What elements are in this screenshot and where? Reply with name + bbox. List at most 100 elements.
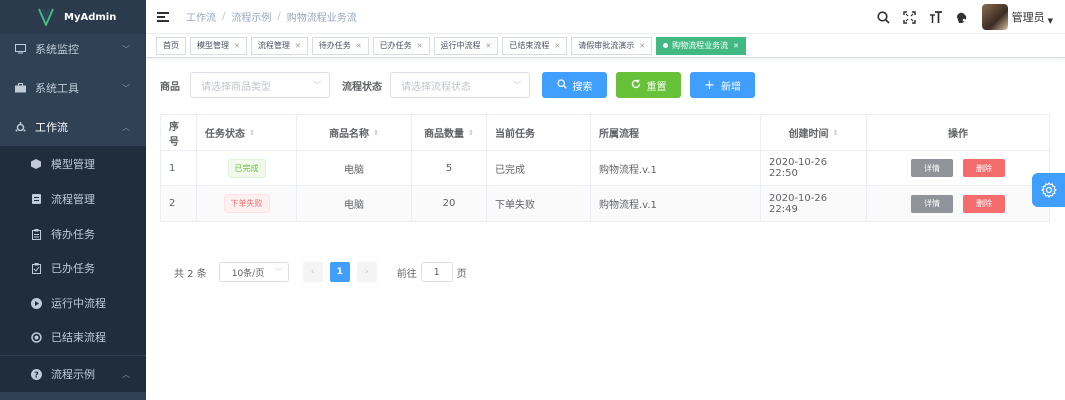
sidebar-item-done-tasks[interactable]: 已办任务	[0, 250, 146, 286]
clipboard-check-icon	[30, 262, 42, 274]
chevron-down-icon: ﹀	[122, 83, 130, 93]
column-header-process: 所属流程	[591, 115, 761, 150]
cube-icon	[30, 158, 42, 170]
sidebar-item-label: 已结束流程	[51, 331, 106, 344]
add-button[interactable]: + 新增	[690, 72, 755, 98]
tag-label: 首页	[163, 41, 179, 50]
sort-icon[interactable]: ⇕	[373, 129, 379, 137]
product-label: 商品	[160, 81, 180, 93]
cell-process: 购物流程.v.1	[591, 151, 761, 185]
tag-done-tasks[interactable]: 已办任务 ✕	[372, 36, 430, 55]
column-header-product[interactable]: 商品名称 ⇕	[297, 115, 412, 150]
settings-button[interactable]	[1032, 173, 1065, 207]
column-header-status[interactable]: 任务状态 ⇕	[197, 115, 297, 150]
chevron-down-icon: ﹀	[513, 80, 521, 90]
sort-icon[interactable]: ⇕	[833, 129, 839, 137]
theme-icon[interactable]	[954, 9, 970, 25]
column-header-actions: 操作	[867, 115, 1049, 150]
tag-home[interactable]: 首页	[156, 36, 186, 55]
tag-model-management[interactable]: 模型管理 ✕	[190, 36, 247, 55]
tag-label: 已结束流程	[509, 41, 550, 50]
goto-page-input[interactable]: 1	[420, 262, 453, 282]
pagination: 共 2 条 10条/页 ﹀ ‹ 1 › 前往 1 页	[174, 262, 467, 282]
breadcrumb-item-current: 购物流程业务流	[286, 13, 357, 24]
sidebar-item-label: 待办任务	[51, 228, 95, 241]
sidebar-item-workflow[interactable]: 工作流 ︿	[0, 109, 146, 145]
goto-page-value: 1	[433, 266, 440, 278]
close-icon[interactable]: ✕	[486, 42, 492, 50]
close-icon[interactable]: ✕	[733, 42, 739, 50]
sidebar-item-label: 流程示例	[51, 368, 95, 381]
search-button[interactable]: 搜索	[542, 72, 607, 98]
cell-qty: 5	[412, 151, 487, 185]
sidebar-item-model-management[interactable]: 模型管理	[0, 146, 146, 182]
column-header-index: 序号	[161, 115, 197, 150]
close-icon[interactable]: ✕	[639, 42, 645, 50]
add-button-label: 新增	[720, 81, 741, 93]
breadcrumb-item[interactable]: 工作流	[186, 9, 216, 24]
prev-page-button[interactable]: ‹	[302, 262, 323, 282]
sidebar-item-finished-processes[interactable]: 已结束流程	[0, 319, 146, 355]
question-circle-icon: ?	[30, 368, 42, 380]
sort-icon[interactable]: ⇕	[468, 129, 474, 137]
close-icon[interactable]: ✕	[554, 42, 560, 50]
tag-label: 流程管理	[257, 41, 290, 50]
cell-actions: 详情 删除	[867, 151, 1049, 185]
column-header-current-task: 当前任务	[487, 115, 591, 150]
chevron-down-icon: ﹀	[274, 268, 282, 276]
page-number-current[interactable]: 1	[329, 262, 350, 282]
tag-shopping-process[interactable]: 购物流程业务流 ✕	[656, 36, 746, 55]
column-header-created[interactable]: 创建时间 ⇕	[761, 115, 867, 150]
tag-process-management[interactable]: 流程管理 ✕	[250, 36, 308, 55]
status-badge: 下单失败	[223, 194, 270, 213]
status-select[interactable]: 请选择流程状态 ﹀	[390, 72, 530, 98]
sidebar-item-system-tools[interactable]: 系统工具 ﹀	[0, 70, 146, 106]
sidebar-item-running-processes[interactable]: 运行中流程	[0, 285, 146, 321]
sidebar-item-system-monitor[interactable]: 系统监控 ﹀	[0, 31, 146, 67]
process-table: 序号 任务状态 ⇕ 商品名称 ⇕ 商品数量 ⇕ 当前任务 所属流程 创建时间 ⇕ 操作 …	[160, 114, 1050, 222]
sort-icon[interactable]: ⇕	[249, 129, 255, 137]
tag-todo-tasks[interactable]: 待办任务 ✕	[311, 36, 369, 55]
sidebar-item-label: 运行中流程	[51, 297, 106, 310]
header-label: 商品数量	[424, 129, 465, 140]
caret-down-icon[interactable]: ▼	[1048, 17, 1053, 25]
tag-finished-processes[interactable]: 已结束流程 ✕	[502, 36, 568, 55]
logo[interactable]: MyAdmin	[0, 0, 146, 34]
close-icon[interactable]: ✕	[295, 42, 301, 50]
user-name[interactable]: 管理员	[1012, 9, 1045, 25]
cell-status: 已完成	[197, 151, 297, 185]
breadcrumb-item[interactable]: 流程示例	[231, 9, 271, 24]
fullscreen-icon[interactable]	[902, 9, 918, 25]
hamburger-icon[interactable]	[157, 11, 169, 22]
column-header-qty[interactable]: 商品数量 ⇕	[412, 115, 487, 150]
active-dot-icon	[663, 43, 669, 48]
reset-button[interactable]: 重置	[616, 72, 681, 98]
page-size-select[interactable]: 10条/页 ﹀	[218, 262, 289, 282]
cell-index: 1	[161, 151, 197, 185]
avatar[interactable]	[981, 4, 1008, 30]
cell-index: 2	[161, 186, 197, 221]
close-icon[interactable]: ✕	[234, 42, 240, 50]
next-page-button[interactable]: ›	[356, 262, 377, 282]
product-select[interactable]: 请选择商品类型 ﹀	[190, 72, 330, 98]
delete-button[interactable]: 删除	[963, 194, 1005, 213]
sidebar-item-process-management[interactable]: 流程管理	[0, 181, 146, 217]
tag-label: 购物流程业务流	[672, 41, 729, 50]
cell-process: 购物流程.v.1	[591, 186, 761, 221]
font-size-icon[interactable]	[928, 9, 944, 25]
play-circle-icon	[30, 297, 42, 309]
monitor-icon	[14, 43, 26, 55]
chevron-right-icon: ›	[364, 267, 369, 277]
detail-button[interactable]: 详情	[911, 159, 953, 177]
sidebar-item-process-examples[interactable]: ? 流程示例 ︿	[0, 356, 146, 392]
tag-leave-approval-demo[interactable]: 请假审批流演示 ✕	[571, 36, 653, 55]
sidebar-item-label: 系统工具	[35, 82, 79, 95]
tag-running-processes[interactable]: 运行中流程 ✕	[433, 36, 499, 55]
close-icon[interactable]: ✕	[417, 42, 423, 50]
search-icon[interactable]	[876, 9, 892, 25]
sidebar-item-todo-tasks[interactable]: 待办任务	[0, 216, 146, 252]
delete-button[interactable]: 删除	[963, 159, 1005, 177]
detail-button[interactable]: 详情	[911, 194, 953, 213]
close-icon[interactable]: ✕	[356, 42, 362, 50]
cell-created: 2020-10-26 22:49	[761, 186, 867, 221]
